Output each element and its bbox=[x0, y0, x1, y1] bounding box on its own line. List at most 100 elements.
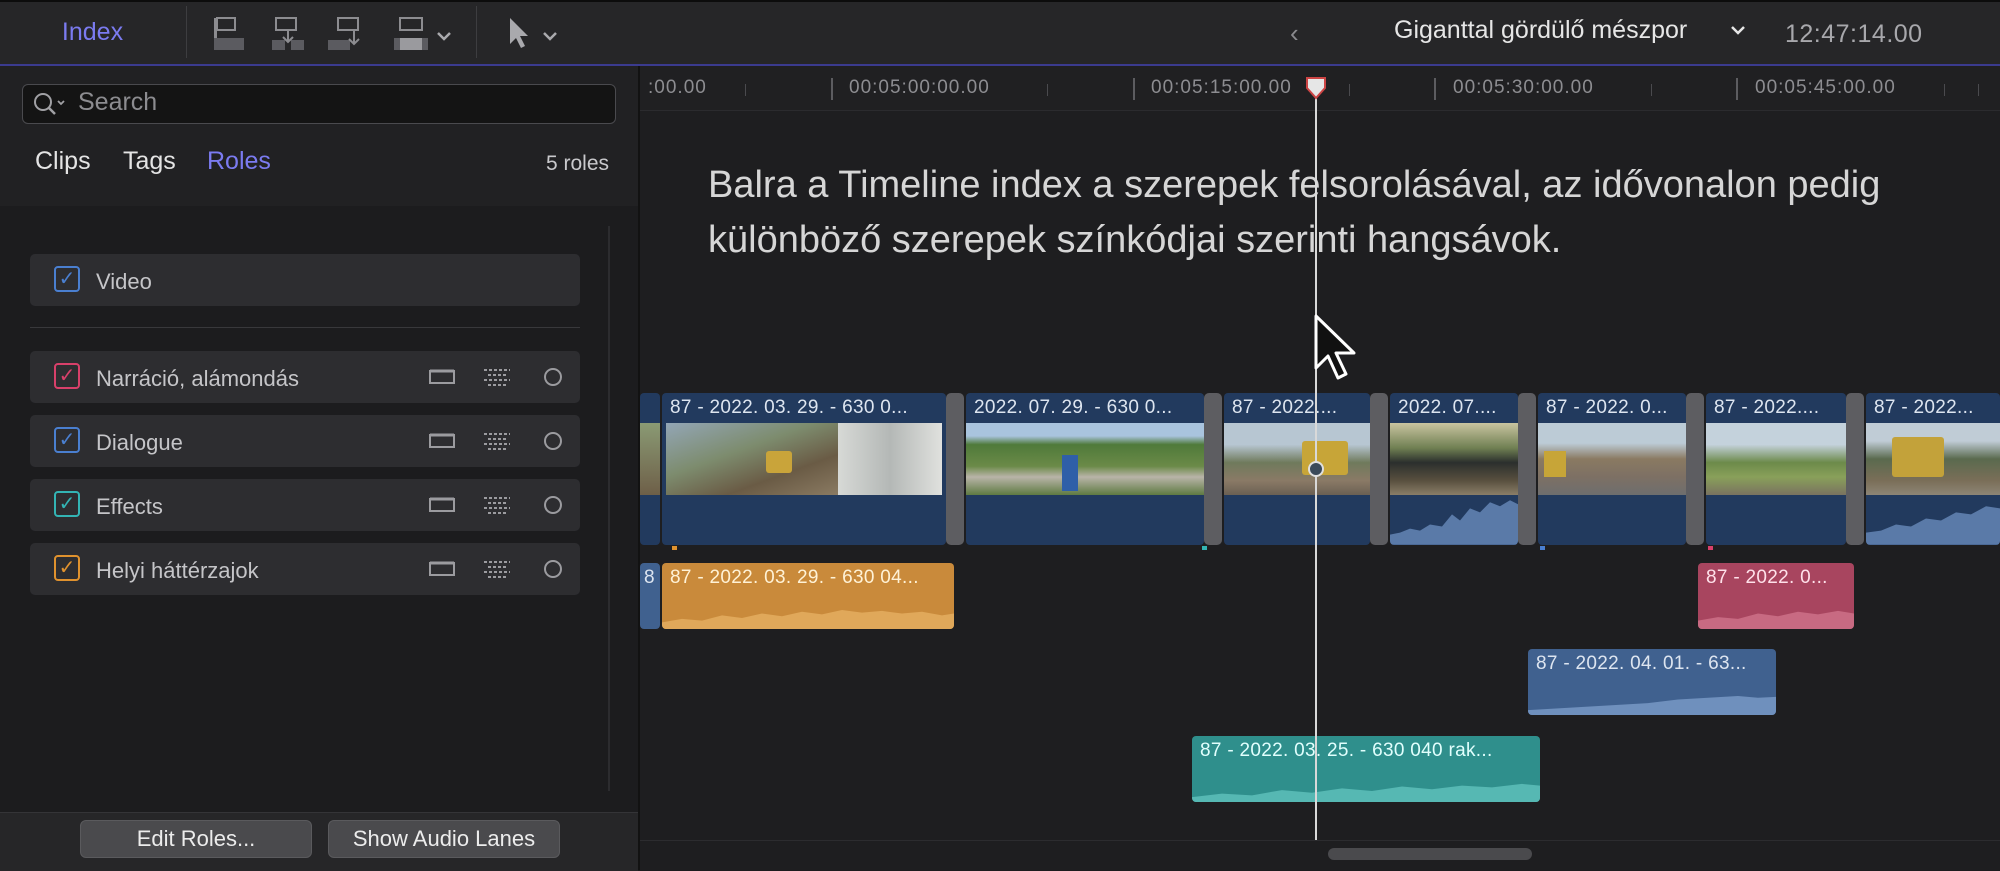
ruler-tick bbox=[831, 78, 833, 100]
ruler-tick bbox=[1651, 84, 1652, 96]
show-audio-lanes-button[interactable]: Show Audio Lanes bbox=[328, 820, 560, 858]
role-checkbox-effects[interactable]: ✓ bbox=[54, 491, 80, 517]
overwrite-clip-icon[interactable] bbox=[390, 14, 434, 54]
storyline-clip[interactable]: 87 - 2022. 0... bbox=[1538, 393, 1686, 545]
tab-clips[interactable]: Clips bbox=[35, 147, 91, 176]
focus-lines-icon[interactable] bbox=[480, 492, 514, 518]
clip-title: 87 - 2022. 03. 29. - 630 04... bbox=[670, 567, 919, 588]
role-checkbox-narration[interactable]: ✓ bbox=[54, 363, 80, 389]
ruler-tick bbox=[1133, 78, 1135, 100]
show-lane-icon[interactable] bbox=[426, 364, 460, 390]
audio-waveform bbox=[1192, 783, 1540, 802]
storyline-clip[interactable] bbox=[640, 393, 660, 545]
storyline-clip[interactable]: 87 - 2022... bbox=[1866, 393, 2000, 545]
role-label-narration: Narráció, alámondás bbox=[96, 366, 299, 391]
tools-chevron-icon[interactable] bbox=[542, 30, 558, 42]
audio-waveform bbox=[1528, 695, 1776, 715]
focus-lines-icon[interactable] bbox=[480, 428, 514, 454]
ruler-tick bbox=[1434, 78, 1436, 100]
ruler-label: 00:05:45:00.00 bbox=[1755, 77, 1896, 98]
transition-handle[interactable] bbox=[1846, 393, 1864, 545]
timeline-scrollbar[interactable] bbox=[1328, 848, 1532, 860]
tab-tags[interactable]: Tags bbox=[123, 147, 176, 176]
role-marker bbox=[672, 546, 677, 550]
storyline-clip[interactable]: 87 - 2022.... bbox=[1224, 393, 1370, 545]
solo-circle-icon[interactable] bbox=[536, 428, 570, 454]
storyline-clip[interactable]: 2022. 07.... bbox=[1390, 393, 1518, 545]
ruler-tick bbox=[1047, 84, 1048, 96]
audio-clip-narration[interactable]: 87 - 2022. 0... bbox=[1698, 563, 1854, 629]
clip-title: 87 - 2022. 03. 25. - 630 040 rak... bbox=[1200, 740, 1493, 761]
toolbar-separator bbox=[186, 6, 187, 58]
index-button[interactable]: Index bbox=[0, 0, 185, 64]
transition-handle[interactable] bbox=[1686, 393, 1704, 545]
clip-title: 2022. 07.... bbox=[1398, 397, 1497, 418]
tab-roles[interactable]: Roles bbox=[207, 147, 271, 176]
solo-circle-icon[interactable] bbox=[536, 364, 570, 390]
ruler-label: :00.00 bbox=[648, 77, 707, 98]
transition-handle[interactable] bbox=[1370, 393, 1388, 545]
edit-options-chevron-icon[interactable] bbox=[436, 30, 452, 42]
audio-clip-dialogue[interactable]: 87 - 2022. 04. 01. - 63... bbox=[1528, 649, 1776, 715]
playhead-marker-icon[interactable] bbox=[1305, 76, 1327, 100]
focus-lines-icon[interactable] bbox=[480, 556, 514, 582]
clip-title: 87 - 2022. 0... bbox=[1706, 567, 1828, 588]
show-lane-icon[interactable] bbox=[426, 428, 460, 454]
project-title[interactable]: Giganttal gördülő mészpor bbox=[1394, 16, 1687, 45]
clip-title: 87 - 2022... bbox=[1874, 397, 1974, 418]
back-arrow-icon[interactable]: ‹ bbox=[1290, 18, 1299, 49]
ruler-tick bbox=[1349, 84, 1350, 96]
audio-clip[interactable]: 8 bbox=[640, 563, 660, 629]
project-duration: 12:47:14.00 bbox=[1785, 20, 1923, 48]
ruler-tick bbox=[1736, 78, 1738, 100]
solo-circle-icon[interactable] bbox=[536, 492, 570, 518]
timeline-scroll-track bbox=[640, 840, 2000, 841]
roles-list-scrollbar[interactable] bbox=[608, 226, 610, 791]
solo-circle-icon[interactable] bbox=[536, 556, 570, 582]
clip-title: 87 - 2022.... bbox=[1714, 397, 1820, 418]
role-label-video: Video bbox=[96, 269, 152, 294]
clip-title: 87 - 2022. 03. 29. - 630 0... bbox=[670, 397, 908, 418]
storyline-clip[interactable]: 2022. 07. 29. - 630 0... bbox=[966, 393, 1204, 545]
ruler-tick bbox=[1978, 84, 1979, 96]
role-checkbox-ambience[interactable]: ✓ bbox=[54, 555, 80, 581]
audio-waveform bbox=[1390, 500, 1518, 545]
toolbar-separator bbox=[476, 6, 477, 58]
role-marker bbox=[1708, 546, 1713, 550]
append-clip-icon[interactable] bbox=[324, 14, 368, 54]
audio-waveform bbox=[1698, 610, 1854, 629]
clip-title: 8 bbox=[644, 567, 655, 588]
clip-title: 87 - 2022. 04. 01. - 63... bbox=[1536, 653, 1747, 674]
role-checkbox-dialogue[interactable]: ✓ bbox=[54, 427, 80, 453]
ruler-tick bbox=[745, 84, 746, 96]
transition-handle[interactable] bbox=[1518, 393, 1536, 545]
show-lane-icon[interactable] bbox=[426, 556, 460, 582]
edit-roles-button[interactable]: Edit Roles... bbox=[80, 820, 312, 858]
audio-waveform bbox=[1866, 506, 2000, 545]
ruler-label: 00:05:00:00.00 bbox=[849, 77, 990, 98]
focus-lines-icon[interactable] bbox=[480, 364, 514, 390]
project-menu-chevron-icon[interactable] bbox=[1730, 24, 1746, 36]
role-label-ambience: Helyi háttérzajok bbox=[96, 558, 259, 583]
role-checkbox-video[interactable]: ✓ bbox=[54, 266, 80, 292]
audio-waveform bbox=[662, 609, 954, 629]
audio-clip-effects[interactable]: 87 - 2022. 03. 25. - 630 040 rak... bbox=[1192, 736, 1540, 802]
select-tool-icon[interactable] bbox=[508, 16, 530, 50]
transition-handle[interactable] bbox=[1204, 393, 1222, 545]
transition-handle[interactable] bbox=[946, 393, 964, 545]
role-label-effects: Effects bbox=[96, 494, 163, 519]
ruler-label: 00:05:15:00.00 bbox=[1151, 77, 1292, 98]
insert-clip-icon[interactable] bbox=[266, 14, 310, 54]
clip-title: 87 - 2022. 0... bbox=[1546, 397, 1668, 418]
connect-clip-icon[interactable] bbox=[208, 14, 252, 54]
ruler-label: 00:05:30:00.00 bbox=[1453, 77, 1594, 98]
audio-clip-ambience[interactable]: 87 - 2022. 03. 29. - 630 04... bbox=[662, 563, 954, 629]
roles-count: 5 roles bbox=[546, 152, 610, 175]
search-icon[interactable] bbox=[32, 91, 68, 117]
role-label-dialogue: Dialogue bbox=[96, 430, 183, 455]
skimmer-dot-icon bbox=[1308, 461, 1324, 477]
storyline-clip[interactable]: 87 - 2022.... bbox=[1706, 393, 1846, 545]
show-lane-icon[interactable] bbox=[426, 492, 460, 518]
storyline-clip[interactable]: 87 - 2022. 03. 29. - 630 0... bbox=[662, 393, 946, 545]
mouse-cursor-icon bbox=[1314, 314, 1356, 380]
